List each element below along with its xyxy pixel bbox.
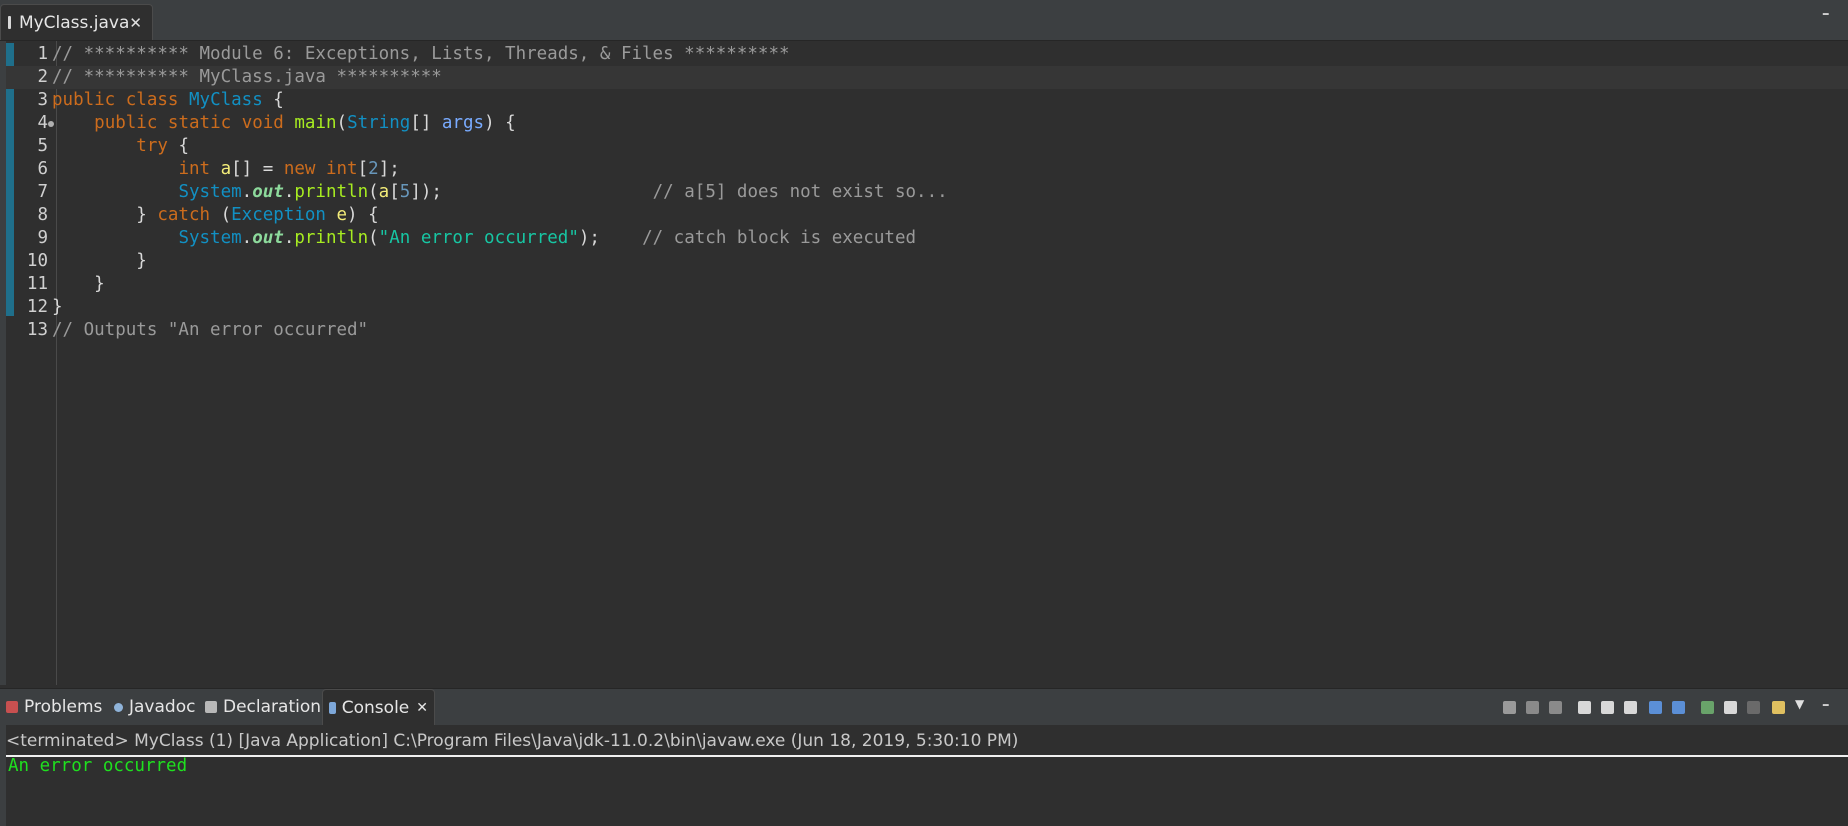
code-text: System.out.println("An error occurred");…	[178, 228, 917, 248]
code-line[interactable]: 3 public class MyClass {	[6, 89, 1848, 112]
code-text: }	[52, 297, 63, 317]
editor-tab-myclass[interactable]: MyClass.java ✕	[0, 4, 153, 40]
console-output: An error occurred	[8, 756, 188, 776]
tab-console-label: Console	[341, 697, 410, 718]
code-editor[interactable]: 1// ********** Module 6: Exceptions, Lis…	[0, 41, 1848, 685]
code-text: }	[52, 251, 147, 271]
line-number: 11	[26, 274, 48, 294]
line-number: 13	[26, 320, 48, 340]
line-number: 10	[26, 251, 48, 271]
close-icon[interactable]: ✕	[129, 14, 142, 32]
code-text: System.out.println(a[5]); // a[5] does n…	[178, 182, 948, 202]
show-stderr-icon[interactable]	[1672, 701, 1685, 714]
code-line[interactable]: 9 System.out.println("An error occurred"…	[6, 227, 1848, 250]
code-text: int a[] = new int[2];	[178, 159, 400, 179]
line-number: 5	[37, 136, 48, 156]
editor-tab-label: MyClass.java	[18, 12, 130, 33]
show-stdout-icon[interactable]	[1649, 701, 1662, 714]
code-text: public class MyClass {	[52, 90, 284, 110]
code-line[interactable]: 1// ********** Module 6: Exceptions, Lis…	[6, 43, 1848, 66]
word-wrap-icon[interactable]	[1624, 701, 1637, 714]
tab-javadoc[interactable]: Javadoc	[114, 689, 195, 725]
scroll-lock-icon[interactable]	[1601, 701, 1614, 714]
remove-launch-icon[interactable]	[1526, 701, 1539, 714]
code-text: } catch (Exception e) {	[52, 205, 379, 225]
code-line[interactable]: 12}	[6, 296, 1848, 319]
pin-console-icon[interactable]	[1701, 701, 1714, 714]
code-line[interactable]: 2// ********** MyClass.java **********	[6, 66, 1848, 89]
line-number: 1	[37, 44, 48, 64]
line-number: 9	[37, 228, 48, 248]
remove-all-launches-icon[interactable]	[1549, 701, 1562, 714]
chevron-down-icon[interactable]	[1747, 701, 1760, 714]
code-line[interactable]: 10 }	[6, 250, 1848, 273]
code-text: public static void main(String[] args) {	[94, 113, 516, 133]
console-view[interactable]: <terminated> MyClass (1) [Java Applicati…	[6, 725, 1848, 826]
tab-declaration[interactable]: Declaration	[205, 689, 321, 725]
console-icon	[329, 701, 336, 714]
problems-icon	[6, 701, 18, 713]
line-number: 3	[37, 90, 48, 110]
line-number: 8	[37, 205, 48, 225]
tab-declaration-label: Declaration	[223, 697, 322, 717]
code-text: // Outputs "An error occurred"	[52, 320, 369, 340]
code-content[interactable]: 1// ********** Module 6: Exceptions, Lis…	[6, 43, 1848, 342]
display-console-icon[interactable]	[1724, 701, 1737, 714]
code-text: try {	[136, 136, 189, 156]
java-file-icon	[8, 16, 16, 29]
tab-problems[interactable]: Problems	[6, 689, 102, 725]
code-text: // ********** MyClass.java **********	[52, 67, 442, 87]
code-line[interactable]: 11 }	[6, 273, 1848, 296]
line-number: 6	[37, 159, 48, 179]
editor-tab-bar: MyClass.java ✕ –	[0, 0, 1848, 41]
minimize-icon[interactable]: –	[1822, 4, 1830, 22]
line-number: 7	[37, 182, 48, 202]
tab-console[interactable]: Console ✕	[322, 689, 435, 725]
line-number: 2	[37, 67, 48, 87]
tab-javadoc-label: Javadoc	[129, 697, 196, 717]
code-line[interactable]: 8 } catch (Exception e) {	[6, 204, 1848, 227]
declaration-icon	[205, 701, 217, 713]
line-number: 12	[26, 297, 48, 317]
minimize-icon[interactable]: –	[1822, 695, 1830, 713]
console-process-label: <terminated> MyClass (1) [Java Applicati…	[6, 731, 1848, 757]
code-line[interactable]: 13// Outputs "An error occurred"	[6, 319, 1848, 342]
view-menu-icon[interactable]: ▼	[1795, 697, 1808, 711]
code-line[interactable]: 4 public static void main(String[] args)…	[6, 112, 1848, 135]
code-text: // ********** Module 6: Exceptions, List…	[52, 44, 790, 64]
close-icon[interactable]: ✕	[416, 700, 428, 716]
code-line[interactable]: 6 int a[] = new int[2];	[6, 158, 1848, 181]
panel-tab-bar: Problems Javadoc Declaration Console ✕ ▼…	[0, 688, 1848, 725]
javadoc-icon	[114, 702, 123, 712]
tab-problems-label: Problems	[24, 697, 103, 717]
open-console-icon[interactable]	[1772, 701, 1785, 714]
code-line[interactable]: 7 System.out.println(a[5]); // a[5] does…	[6, 181, 1848, 204]
eclipse-ide-window: MyClass.java ✕ – 1// ********** Module 6…	[0, 0, 1848, 826]
code-text: }	[52, 274, 105, 294]
code-line[interactable]: 5 try {	[6, 135, 1848, 158]
line-number: 4	[37, 113, 48, 133]
terminate-icon[interactable]	[1503, 701, 1516, 714]
clear-console-icon[interactable]	[1578, 701, 1591, 714]
